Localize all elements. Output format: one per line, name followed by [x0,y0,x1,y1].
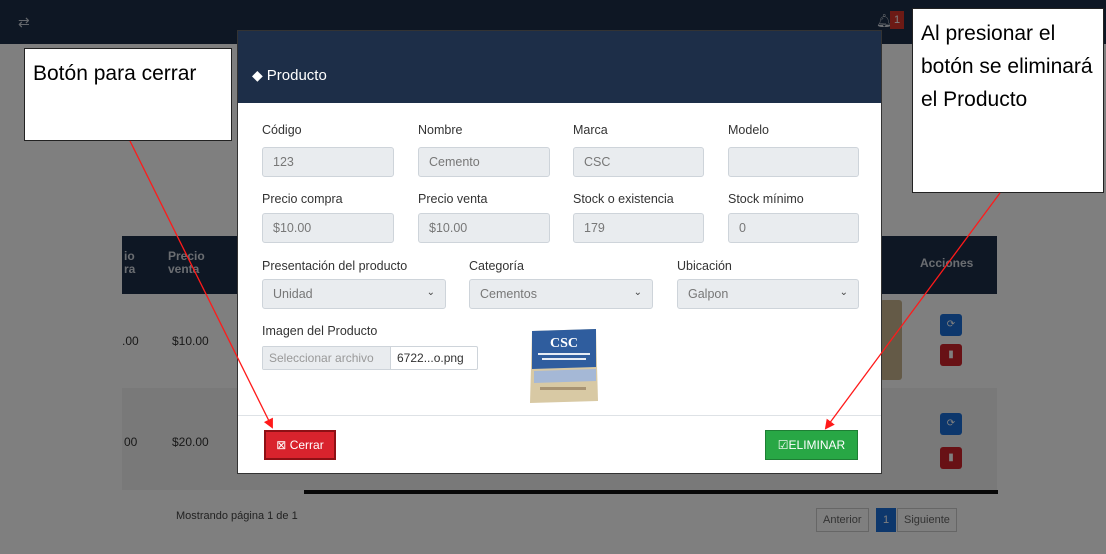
callout-close: Botón para cerrar [24,48,232,141]
chevron-down-icon: ⌄ [839,287,848,298]
chevron-down-icon: ⌄ [426,287,435,298]
categoria-label: Categoría [469,259,524,273]
marca-field[interactable] [573,147,704,177]
nombre-label: Nombre [418,123,463,137]
stock-minimo-field[interactable] [728,213,859,243]
presentacion-value: Unidad [273,287,313,301]
categoria-select[interactable]: Cementos ⌄ [469,279,653,309]
close-button-label: Cerrar [289,438,324,452]
callout-delete: Al presionar el botón se eliminará el Pr… [912,8,1104,193]
check-square-icon: ☑ [777,438,789,452]
precio-venta-field[interactable] [418,213,550,243]
close-button[interactable]: ⊠ Cerrar [264,430,336,460]
file-input[interactable]: Seleccionar archivo 6722...o.png [262,346,478,370]
delete-button-label: ELIMINAR [788,438,846,452]
modal-header: ◆ Producto [238,31,881,103]
stock-minimo-label: Stock mínimo [728,192,804,206]
file-name: 6722...o.png [397,351,464,365]
stock-field[interactable] [573,213,704,243]
precio-compra-label: Precio compra [262,192,343,206]
nombre-field[interactable] [418,147,550,177]
presentacion-select[interactable]: Unidad ⌄ [262,279,446,309]
cube-icon: ◆ [252,67,263,83]
close-icon: ⊠ [276,438,287,452]
product-image: CSC [530,329,598,403]
product-modal: ◆Producto Código Nombre Marca Modelo Pre… [237,30,882,474]
categoria-value: Cementos [480,287,537,301]
modal-footer-divider [238,415,881,416]
ubicacion-label: Ubicación [677,259,732,273]
delete-product-button[interactable]: ☑ELIMINAR [765,430,858,460]
precio-compra-field[interactable] [262,213,394,243]
ubicacion-value: Galpon [688,287,729,301]
codigo-field[interactable] [262,147,394,177]
modelo-label: Modelo [728,123,769,137]
modal-title: ◆ Producto [252,67,327,84]
ubicacion-select[interactable]: Galpon ⌄ [677,279,859,309]
select-file-button[interactable]: Seleccionar archivo [263,347,391,369]
chevron-down-icon: ⌄ [633,287,642,298]
modelo-field[interactable] [728,147,859,177]
imagen-label: Imagen del Producto [262,324,378,338]
modal-title-text: Producto [266,67,327,84]
stock-label: Stock o existencia [573,192,674,206]
presentacion-label: Presentación del producto [262,259,408,273]
marca-label: Marca [573,123,608,137]
codigo-label: Código [262,123,302,137]
precio-venta-label: Precio venta [418,192,488,206]
product-image-brand: CSC [550,336,578,351]
